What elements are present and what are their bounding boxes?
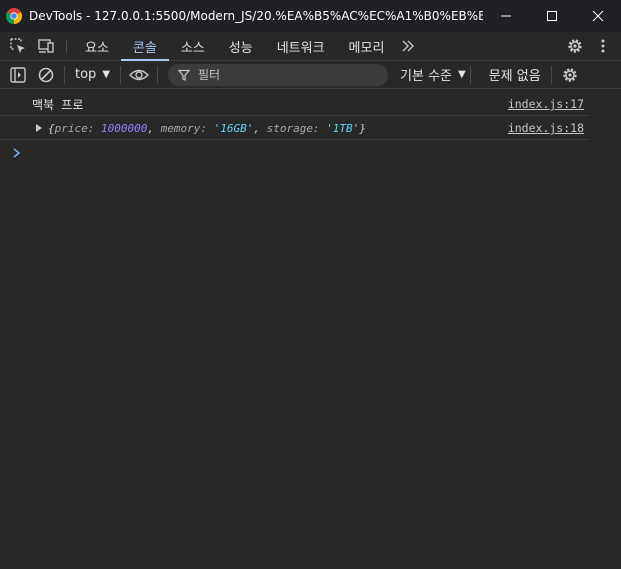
device-toggle-icon	[38, 39, 54, 53]
minimize-button[interactable]	[483, 0, 529, 32]
tab-memory[interactable]: 메모리	[337, 32, 397, 60]
property-key: memory:	[160, 121, 214, 135]
show-sidebar-button[interactable]	[4, 61, 32, 89]
context-selector[interactable]: top ▼	[69, 67, 116, 82]
expand-triangle-icon[interactable]	[36, 124, 42, 132]
log-text: 맥북 프로	[32, 97, 84, 112]
inspect-element-icon	[10, 38, 25, 53]
property-key: storage:	[266, 121, 327, 135]
toolbar-divider	[120, 65, 122, 84]
filter-input[interactable]	[198, 67, 379, 82]
sidebar-toggle-icon	[10, 66, 26, 83]
toolbar-divider	[469, 65, 471, 84]
gear-icon	[568, 39, 582, 53]
caret-down-icon: ▼	[102, 69, 111, 80]
customize-menu-button[interactable]	[589, 32, 617, 60]
tab-network[interactable]: 네트워크	[265, 32, 337, 60]
chevron-double-right-icon	[402, 40, 415, 52]
object-brace: }	[359, 121, 366, 135]
settings-button[interactable]	[561, 32, 589, 60]
device-toolbar-button[interactable]	[32, 32, 60, 60]
clear-icon	[38, 67, 54, 82]
console-toolbar: top ▼ 기본 수준 ▼ 문제 없음	[0, 61, 621, 89]
console-settings-button[interactable]	[556, 61, 584, 89]
tab-elements[interactable]: 요소	[73, 32, 121, 60]
property-value: 1000000	[100, 121, 148, 135]
tab-sources[interactable]: 소스	[169, 32, 217, 60]
console-message: 맥북 프로 index.js:17	[0, 93, 590, 116]
toolbar-divider	[64, 65, 65, 84]
more-tabs-button[interactable]	[396, 32, 420, 60]
console-message: {price: 1000000, memory: '16GB', storage…	[0, 117, 590, 140]
close-icon	[592, 10, 604, 22]
property-key: price:	[54, 121, 101, 135]
console-output: 맥북 프로 index.js:17 {price: 1000000, memor…	[0, 89, 621, 569]
inspect-element-button[interactable]	[4, 32, 32, 60]
issues-counter[interactable]: 문제 없음	[483, 65, 547, 84]
caret-down-icon: ▼	[458, 69, 466, 80]
property-value: '16GB'	[213, 121, 254, 135]
console-prompt-icon[interactable]	[12, 147, 22, 159]
clear-console-button[interactable]	[32, 61, 60, 89]
live-expression-button[interactable]	[125, 61, 153, 89]
context-label: top	[75, 67, 97, 82]
maximize-icon	[547, 11, 557, 21]
object-preview[interactable]: {price: 1000000, memory: '16GB', storage…	[36, 122, 366, 135]
toolbar-divider	[550, 65, 552, 84]
minimize-icon	[501, 15, 511, 17]
property-value: '1TB'	[326, 121, 360, 135]
maximize-button[interactable]	[529, 0, 575, 32]
toolbar-divider	[66, 39, 67, 53]
object-brace: {	[48, 121, 55, 135]
property-separator: ,	[147, 121, 161, 135]
window-title: DevTools - 127.0.0.1:5500/Modern_JS/20.%…	[29, 9, 483, 23]
filter-field[interactable]	[168, 63, 389, 86]
chrome-icon	[6, 8, 22, 24]
log-levels-dropdown[interactable]: 기본 수준 ▼	[400, 65, 466, 84]
toolbar-divider	[157, 65, 159, 84]
gear-icon	[562, 67, 577, 82]
property-separator: ,	[253, 121, 267, 135]
panel-tab-bar: 요소 콘솔 소스 성능 네트워크 메모리	[0, 32, 621, 61]
log-levels-label: 기본 수준	[400, 69, 452, 84]
eye-icon	[129, 69, 150, 80]
source-link[interactable]: index.js:17	[508, 97, 584, 111]
tab-performance[interactable]: 성능	[217, 32, 265, 60]
kebab-menu-icon	[601, 39, 605, 53]
tab-console[interactable]: 콘솔	[120, 32, 169, 61]
filter-icon	[178, 69, 191, 81]
close-button[interactable]	[575, 0, 621, 32]
window-titlebar: DevTools - 127.0.0.1:5500/Modern_JS/20.%…	[0, 0, 621, 32]
source-link[interactable]: index.js:18	[508, 121, 584, 135]
